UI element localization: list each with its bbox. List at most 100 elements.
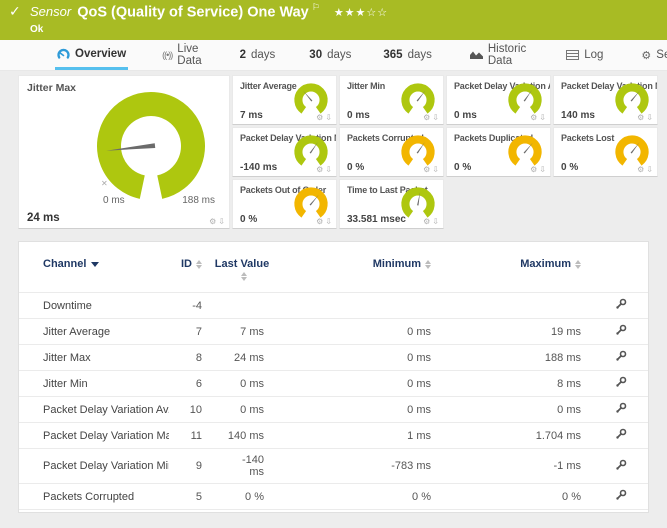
gauge-value: 24 ms [27,212,60,224]
gauge-tile-pdv-average[interactable]: Packet Delay Variation Average 0 ms ⚙⇩ [446,75,551,125]
gauge-tile-packets-corrupted[interactable]: Packets Corrupted 0 % ⚙⇩ [339,127,444,177]
channel-minimum: 1 ms [276,423,443,449]
tab-2-days-number: 2 [240,49,246,61]
pin-icon[interactable]: ⇩ [325,114,332,122]
gear-icon[interactable]: ⚙ [423,218,430,226]
sort-icon [241,272,247,281]
channel-last-value: 140 ms [214,423,276,449]
gauge-dial [507,82,543,118]
channel-last-value: 24 ms [214,345,276,371]
gauge-value: 0 ms [454,110,477,121]
table-row-packets-corrupted[interactable]: Packets Corrupted 5 0 % 0 % 0 % [19,484,648,510]
gauge-tile-jitter-max[interactable]: Jitter Max ✕ 0 ms 188 ms 24 ms ⚙ ⇩ [18,75,230,229]
pin-icon[interactable]: ⇩ [539,166,546,174]
tab-overview[interactable]: Overview [55,40,128,70]
pin-icon[interactable]: ⇩ [325,166,332,174]
pin-icon[interactable]: ⇩ [539,114,546,122]
table-row-pdv-max[interactable]: Packet Delay Variation Max 11 140 ms 1 m… [19,423,648,449]
gear-icon[interactable]: ⚙ [209,218,216,226]
gauge-tile-jitter-average[interactable]: Jitter Average 7 ms ⚙⇩ [232,75,337,125]
gauge-value: 140 ms [561,110,595,121]
channel-maximum: 0 ms [443,397,593,423]
table-row-packets-duplicated[interactable]: Packets Duplicated 4 0 % 0 % 0 % [19,510,648,514]
edit-channel-icon[interactable] [615,376,627,388]
tab-bar: Overview ((•)) Live Data 2 days 30 days … [0,40,667,71]
sort-icon [575,260,581,269]
pin-icon[interactable]: ⇩ [646,114,653,122]
channel-maximum: 188 ms [443,345,593,371]
table-row-jitter-max[interactable]: Jitter Max 8 24 ms 0 ms 188 ms [19,345,648,371]
channel-last-value: 0 % [214,484,276,510]
ok-check-icon: ✓ [9,4,21,20]
flag-icon[interactable]: ⚐ [312,3,320,13]
gauge-dial [293,82,329,118]
pin-icon[interactable]: ⇩ [325,218,332,226]
gauge-tile-packets-lost[interactable]: Packets Lost 0 % ⚙⇩ [553,127,658,177]
priority-stars[interactable]: ★★★☆☆ [334,6,388,19]
pin-icon[interactable]: ⇩ [218,218,225,226]
channel-maximum: 0 % [443,484,593,510]
sensor-status-bar: ✓ SensorQoS (Quality of Service) One Way… [0,0,667,40]
edit-channel-icon[interactable] [615,350,627,362]
edit-channel-icon[interactable] [615,324,627,336]
gear-icon[interactable]: ⚙ [637,166,644,174]
pin-icon[interactable]: ⇩ [646,166,653,174]
table-row-pdv-min[interactable]: Packet Delay Variation Min 9 -140 ms -78… [19,449,648,484]
channel-minimum: 0 ms [276,397,443,423]
tab-2-days[interactable]: 2 days [238,40,278,70]
edit-channel-icon[interactable] [615,402,627,414]
settings-gear-icon: ⚙ [641,50,651,61]
channel-last-value: 0 ms [214,397,276,423]
column-header-minimum[interactable]: Minimum [276,242,443,293]
gear-icon[interactable]: ⚙ [530,166,537,174]
gauge-tile-pdv-min[interactable]: Packet Delay Variation Min -140 ms ⚙⇩ [232,127,337,177]
tab-log[interactable]: Log [564,40,605,70]
gear-icon[interactable]: ⚙ [316,218,323,226]
column-header-edit [593,242,648,293]
tab-historic-data[interactable]: Historic Data [468,40,528,70]
edit-channel-icon[interactable] [615,298,627,310]
pin-icon[interactable]: ⇩ [432,166,439,174]
gauge-value: 0 % [454,162,471,173]
gear-icon[interactable]: ⚙ [423,166,430,174]
channel-id: 10 [169,397,214,423]
gear-icon[interactable]: ⚙ [423,114,430,122]
table-row-jitter-min[interactable]: Jitter Min 6 0 ms 0 ms 8 ms [19,371,648,397]
table-row-downtime[interactable]: Downtime -4 [19,293,648,319]
gauge-tile-jitter-min[interactable]: Jitter Min 0 ms ⚙⇩ [339,75,444,125]
gear-icon[interactable]: ⚙ [530,114,537,122]
edit-channel-icon[interactable] [615,428,627,440]
tab-live-data[interactable]: ((•)) Live Data [160,40,203,70]
gauge-tile-pdv-max[interactable]: Packet Delay Variation Max 140 ms ⚙⇩ [553,75,658,125]
tab-historic-data-label: Historic Data [488,43,526,67]
column-header-last-value[interactable]: Last Value [214,242,276,293]
gauge-dial [293,134,329,170]
tab-settings[interactable]: ⚙ Settings [639,40,667,70]
channel-last-value: 7 ms [214,319,276,345]
sensor-kind-label: Sensor [30,4,71,19]
gauge-tile-time-to-last-packet[interactable]: Time to Last Packet 33.581 msec ⚙⇩ [339,179,444,229]
pin-icon[interactable]: ⇩ [432,218,439,226]
table-row-jitter-average[interactable]: Jitter Average 7 7 ms 0 ms 19 ms [19,319,648,345]
tab-365-days[interactable]: 365 days [381,40,433,70]
column-header-id[interactable]: ID [169,242,214,293]
channel-id: 7 [169,319,214,345]
tab-settings-label: Settings [656,49,667,61]
table-row-pdv-average[interactable]: Packet Delay Variation Av... 10 0 ms 0 m… [19,397,648,423]
gear-icon[interactable]: ⚙ [637,114,644,122]
tab-30-days[interactable]: 30 days [307,40,353,70]
gauge-value: 0 % [561,162,578,173]
edit-channel-icon[interactable] [615,489,627,501]
pin-icon[interactable]: ⇩ [432,114,439,122]
gear-icon[interactable]: ⚙ [316,166,323,174]
channel-minimum: 0 ms [276,371,443,397]
tab-365-days-label: days [408,49,432,61]
gauge-tile-packets-out-of-order[interactable]: Packets Out of Order 0 % ⚙⇩ [232,179,337,229]
column-header-channel[interactable]: Channel [19,242,169,293]
channel-name: Jitter Max [19,345,169,371]
gauge-tile-packets-duplicated[interactable]: Packets Duplicated 0 % ⚙⇩ [446,127,551,177]
channel-maximum: 1.704 ms [443,423,593,449]
column-header-maximum[interactable]: Maximum [443,242,593,293]
gear-icon[interactable]: ⚙ [316,114,323,122]
edit-channel-icon[interactable] [615,459,627,471]
